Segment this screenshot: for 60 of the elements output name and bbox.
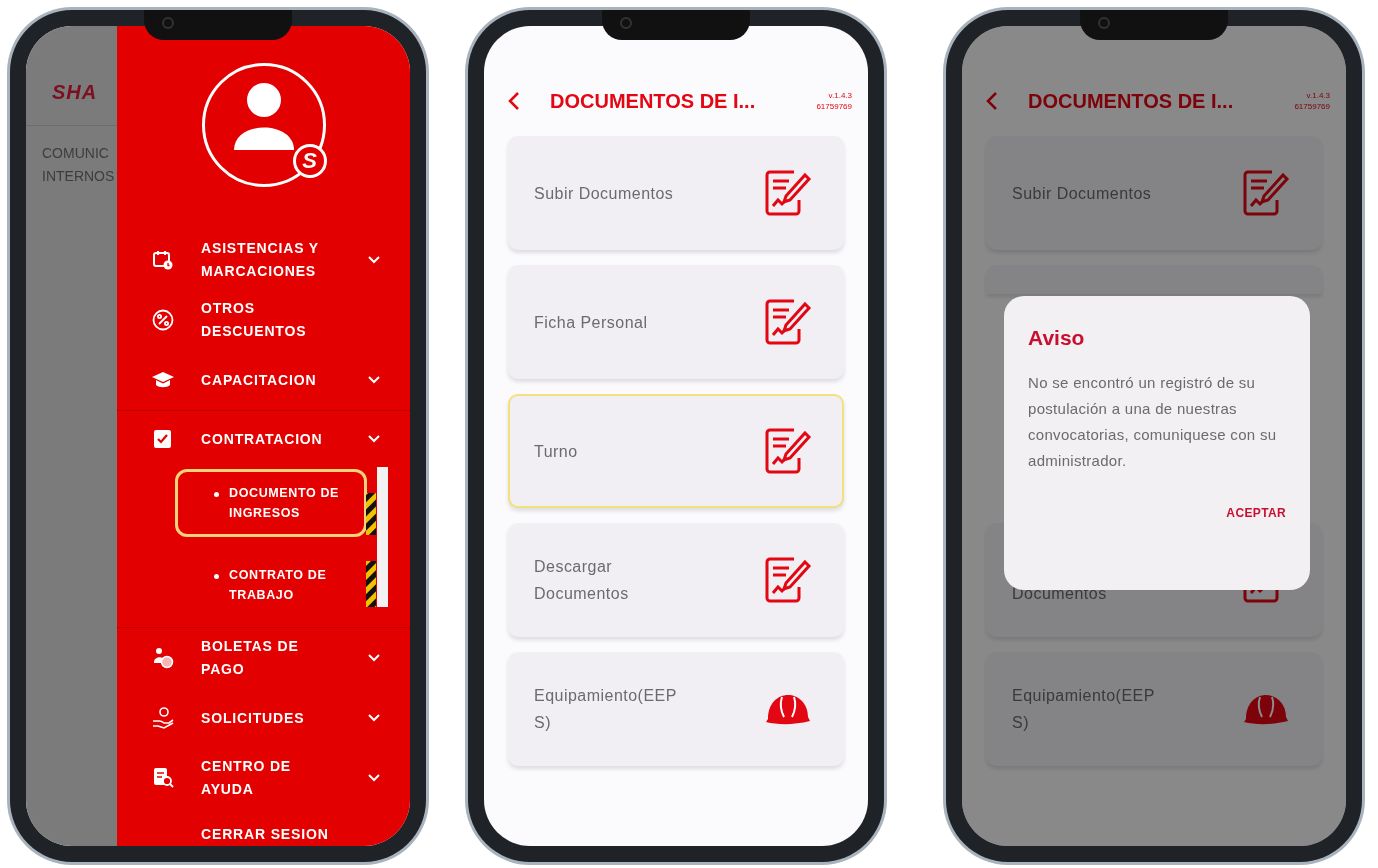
document-card[interactable]: Descargar Documentos [508, 523, 844, 637]
percent-icon [152, 309, 174, 331]
document-search-icon [152, 767, 174, 789]
menu-item[interactable]: CAPACITACION [117, 350, 410, 410]
chevron-down-icon [368, 774, 380, 782]
build-code: 61759769 [1294, 101, 1330, 112]
menu-item[interactable]: CERRAR SESION [117, 808, 410, 846]
menu-item[interactable]: BOLETAS DE PAGO [117, 628, 410, 688]
chevron-down-icon [368, 256, 380, 264]
card-label: Equipamiento(EEP S) [1012, 686, 1155, 733]
calendar-clock-icon [152, 249, 174, 271]
card-label: Equipamiento(EEP S) [534, 686, 677, 733]
hand-coin-icon [151, 707, 175, 729]
chevron-down-icon [368, 376, 380, 384]
version-label: v.1.4.3 [828, 90, 852, 101]
section-label: COMUNIC INTERNOS [42, 144, 116, 186]
card-label: Ficha Personal [534, 312, 648, 333]
card-label: Descargar Documentos [534, 557, 629, 604]
document-pen-icon [764, 426, 812, 476]
build-code: 61759769 [816, 101, 852, 112]
checkbox-icon [153, 429, 173, 449]
version-label: v.1.4.3 [1306, 90, 1330, 101]
brand-logo: SHA [52, 80, 98, 105]
camera-icon [1098, 17, 1110, 29]
document-pen-icon [764, 297, 812, 347]
back-chevron-icon [986, 91, 998, 111]
camera-icon [620, 17, 632, 29]
card-label: Subir Documentos [1012, 183, 1152, 204]
card-label: Subir Documentos [534, 183, 674, 204]
graduation-cap-icon [151, 371, 175, 389]
document-card[interactable]: Subir Documentos [508, 136, 844, 250]
document-card[interactable]: Subir Documentos [986, 136, 1322, 250]
dialog-title: Aviso [1028, 325, 1086, 351]
accept-button[interactable]: ACEPTAR [1226, 503, 1286, 522]
document-card[interactable]: Equipamiento(EEP S) [986, 652, 1322, 766]
screen-title: DOCUMENTOS DE I... [1028, 89, 1235, 114]
avatar-badge: S [292, 144, 327, 178]
back-chevron-icon [508, 91, 520, 111]
person-coins-icon [152, 647, 174, 669]
chevron-down-icon [368, 654, 380, 662]
menu-item[interactable]: OTROS DESCUENTOS [117, 290, 410, 350]
document-card[interactable]: Turno [508, 394, 844, 508]
chevron-down-icon [368, 714, 380, 722]
document-pen-icon [764, 168, 812, 218]
menu-item[interactable]: CENTRO DE AYUDA [117, 748, 410, 808]
document-card[interactable]: Equipamiento(EEP S) [508, 652, 844, 766]
menu-item[interactable]: ASISTENCIAS Y MARCACIONES [117, 230, 410, 290]
screen-title: DOCUMENTOS DE I... [550, 89, 757, 114]
camera-icon [162, 17, 174, 29]
menu-item[interactable]: CONTRATACION [117, 411, 410, 467]
chevron-down-icon [368, 435, 380, 443]
document-pen-icon [1242, 168, 1290, 218]
document-pen-icon [764, 555, 812, 605]
card-label: Documentos [1012, 584, 1107, 604]
dialog-message: No se encontró un registró de su postulación a una de nuestras convocatorias, comuniquese con su administrador. [1028, 372, 1278, 471]
document-card[interactable]: Ficha Personal [508, 265, 844, 379]
card-label: Turno [534, 441, 578, 462]
bullet-icon [214, 492, 219, 497]
bullet-icon [214, 574, 219, 579]
menu-item[interactable]: SOLICITUDES [117, 688, 410, 748]
